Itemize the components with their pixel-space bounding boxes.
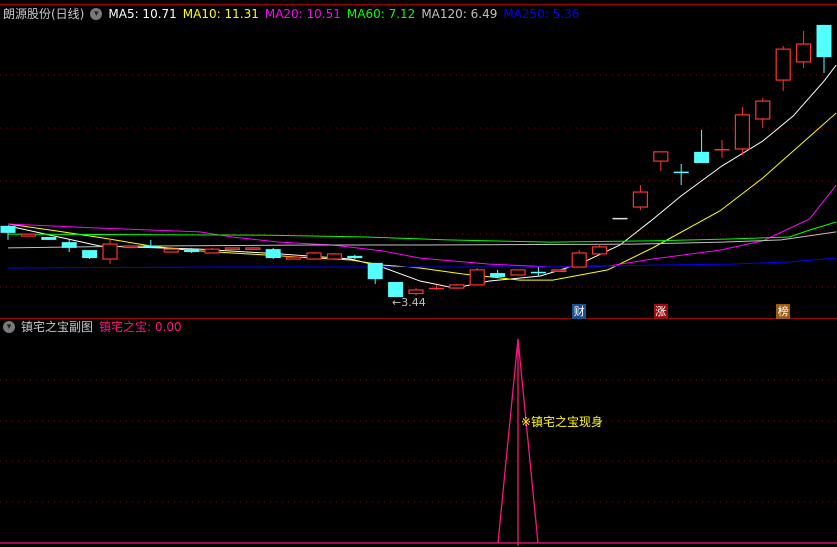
candle-body <box>347 255 363 259</box>
candle-body <box>245 247 261 250</box>
candle-body <box>775 48 791 81</box>
candle-body <box>61 242 77 248</box>
candle-body <box>428 287 444 290</box>
sub-chart-header: ▾ 镇宅之宝副图 镇宅之宝: 0.00 <box>3 319 182 335</box>
candle-body <box>265 249 281 259</box>
candle-body <box>591 246 608 255</box>
tag-ranking[interactable]: 榜 <box>776 304 791 319</box>
candle-body <box>714 148 730 151</box>
candle-body <box>367 262 383 280</box>
ma-label-ma120: MA120: 6.49 <box>421 7 498 21</box>
candle-body <box>286 256 302 260</box>
candle-body <box>0 225 16 233</box>
sub-chart-value: 镇宅之宝: 0.00 <box>99 320 182 334</box>
sub-chart-title: 镇宅之宝副图 <box>21 320 94 334</box>
candle-body <box>734 114 751 150</box>
candle-body <box>795 43 812 63</box>
candle-body <box>653 151 669 162</box>
candle-body <box>388 282 404 297</box>
candle-body <box>326 253 342 260</box>
chevron-down-icon[interactable]: ▾ <box>90 8 103 20</box>
ma-line-ma10 <box>7 112 837 281</box>
candle-body <box>510 269 526 276</box>
candle-body <box>469 269 485 286</box>
ma-label-ma10: MA10: 11.31 <box>182 7 259 21</box>
candle-body <box>102 243 118 260</box>
ma-label-ma250: MA250: 5.36 <box>503 7 580 21</box>
candle-body <box>82 250 98 259</box>
candle-body <box>184 249 200 253</box>
candle-body <box>449 284 465 289</box>
candle-body <box>530 271 546 274</box>
candle-body <box>408 289 424 295</box>
ma-label-ma60: MA60: 7.12 <box>346 7 416 21</box>
low-price-label: ←3.44 <box>392 296 426 309</box>
candle-body <box>632 191 649 208</box>
candle-body <box>612 217 628 220</box>
stock-title: 朗源股份(日线) <box>3 7 85 21</box>
ma-label-ma5: MA5: 10.71 <box>108 7 177 21</box>
main-chart-header: 朗源股份(日线) ▾ MA5: 10.71 MA10: 11.31 MA20: … <box>3 6 579 22</box>
candle-body <box>755 100 771 120</box>
ma-label-ma20: MA20: 10.51 <box>264 7 341 21</box>
candle-body <box>204 248 220 254</box>
chevron-down-icon[interactable]: ▾ <box>3 321 15 333</box>
tag-finance[interactable]: 财 <box>572 304 587 319</box>
candle-body <box>490 273 506 277</box>
candle-body <box>306 252 322 260</box>
ma-line-ma5 <box>7 64 837 289</box>
ma-line-ma60 <box>7 221 837 243</box>
candle-body <box>551 269 567 272</box>
candle-body <box>20 233 36 237</box>
candle-body <box>224 247 240 250</box>
candle-body <box>816 24 832 58</box>
ma-line-ma250 <box>7 257 837 269</box>
candle-body <box>143 245 159 248</box>
signal-text: ※镇宅之宝现身 <box>521 415 604 429</box>
candle-body <box>41 237 57 240</box>
candle-body <box>571 252 587 268</box>
chart-canvas <box>0 4 837 546</box>
candle-body <box>122 245 139 249</box>
ma-line-ma20 <box>7 184 837 268</box>
candle-body <box>673 171 689 174</box>
candle-body <box>163 248 179 253</box>
tag-rise[interactable]: 涨 <box>653 304 668 319</box>
candle-body <box>694 151 710 164</box>
